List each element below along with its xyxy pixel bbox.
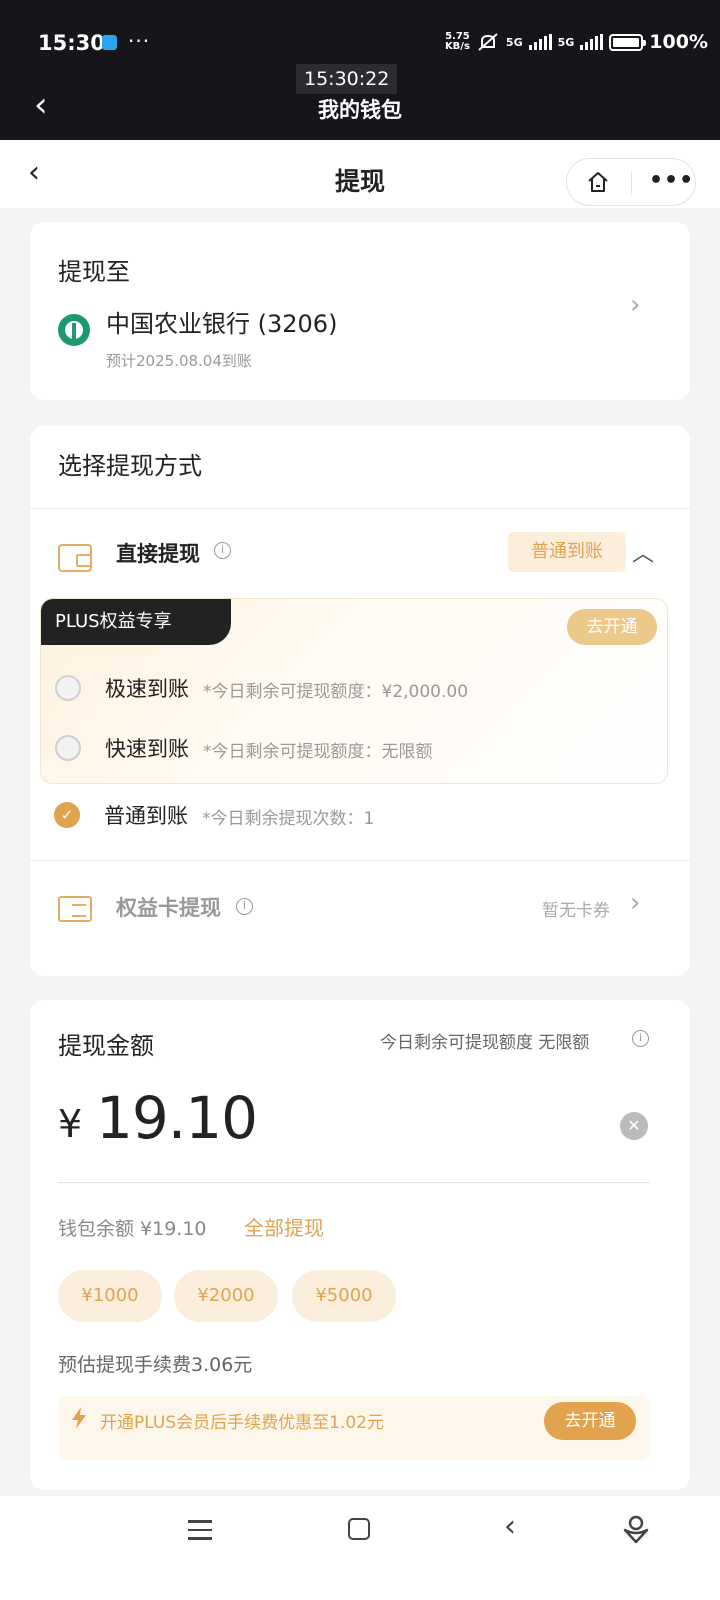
- mini-program-capsule: •••: [566, 158, 696, 206]
- amount-underline: [58, 1182, 650, 1183]
- signal-type-2: 5G: [557, 35, 575, 49]
- promo-open-button[interactable]: 去开通: [544, 1402, 636, 1440]
- arrival-eta: 预计2025.08.04到账: [106, 352, 252, 370]
- direct-mode-badge[interactable]: 普通到账: [508, 532, 626, 572]
- quick-amount-button[interactable]: ¥1000: [58, 1270, 162, 1322]
- amount-limit-hint: 今日剩余可提现额度 无限额: [380, 1033, 590, 1053]
- fee-estimate: 预估提现手续费3.06元: [58, 1354, 253, 1376]
- bank-name: 中国农业银行 (3206): [106, 310, 338, 338]
- wallet-title: 我的钱包: [318, 98, 402, 122]
- system-nav-bar: ‹: [0, 1496, 720, 1600]
- radio-fast[interactable]: [55, 735, 81, 761]
- menu-icon[interactable]: [188, 1520, 212, 1540]
- ticket-icon: [58, 896, 92, 922]
- direct-withdraw-title[interactable]: 直接提现: [116, 538, 200, 568]
- quick-amount-button[interactable]: ¥5000: [292, 1270, 396, 1322]
- info-icon[interactable]: i: [214, 542, 231, 559]
- option-normal-note: *今日剩余提现次数：1: [202, 809, 375, 829]
- more-icon[interactable]: •••: [649, 168, 694, 193]
- plus-open-button[interactable]: 去开通: [567, 609, 657, 645]
- amount-card: 提现金额 今日剩余可提现额度 无限额 i ¥ 19.10 ✕ 钱包余额 ¥19.…: [30, 1000, 690, 1490]
- chevron-right-icon[interactable]: ›: [630, 888, 640, 918]
- quick-amount-button[interactable]: ¥2000: [174, 1270, 278, 1322]
- time-overlay: 15:30:22: [296, 64, 398, 94]
- radio-normal-checked-icon[interactable]: ✓: [54, 802, 80, 828]
- coupon-status: 暂无卡券: [542, 901, 610, 921]
- plus-promo-banner: 开通PLUS会员后手续费优惠至1.02元 去开通: [58, 1396, 650, 1460]
- currency-symbol: ¥: [58, 1102, 83, 1146]
- status-time: 15:30: [38, 31, 105, 55]
- option-fast-title[interactable]: 快速到账: [105, 733, 189, 763]
- destination-card[interactable]: 提现至 中国农业银行 (3206) 预计2025.08.04到账 ›: [30, 222, 690, 400]
- network-speed: 5.75 KB/s: [444, 31, 470, 52]
- signal-bars-1-icon: [528, 34, 552, 50]
- amount-label: 提现金额: [58, 1032, 154, 1060]
- lightning-icon: [72, 1407, 86, 1429]
- system-back-icon[interactable]: ‹: [504, 1512, 516, 1542]
- wallet-balance: 钱包余额 ¥19.10: [58, 1218, 207, 1240]
- option-normal-title[interactable]: 普通到账: [104, 800, 188, 830]
- plus-benefit-box: PLUS权益专享 去开通 极速到账 *今日剩余可提现额度：¥2,000.00 快…: [40, 598, 668, 784]
- method-card: 选择提现方式 直接提现 i 普通到账 ︿ PLUS权益专享 去开通 极速到账 *…: [30, 426, 690, 976]
- divider: [30, 508, 690, 509]
- app-notification-icon: [102, 35, 117, 50]
- info-icon[interactable]: i: [632, 1030, 649, 1047]
- method-section-title: 选择提现方式: [58, 452, 202, 480]
- card-withdraw-title[interactable]: 权益卡提现: [116, 892, 221, 922]
- capsule-divider: [631, 171, 632, 195]
- page-navbar: ‹ 提现 •••: [0, 140, 720, 208]
- signal-type-1: 5G: [505, 35, 523, 49]
- amount-input[interactable]: 19.10: [96, 1084, 258, 1152]
- home-icon[interactable]: [585, 169, 611, 195]
- battery-icon: [609, 33, 647, 51]
- option-express-title[interactable]: 极速到账: [105, 673, 189, 703]
- mute-bell-icon: [478, 33, 498, 51]
- plus-tag: PLUS权益专享: [41, 599, 231, 645]
- option-express-note: *今日剩余可提现额度：¥2,000.00: [203, 682, 469, 702]
- chevron-up-icon[interactable]: ︿: [632, 536, 654, 568]
- battery-percent: 100%: [649, 31, 708, 53]
- wallet-icon: [58, 544, 92, 572]
- assistant-icon[interactable]: [622, 1514, 650, 1544]
- info-icon[interactable]: i: [236, 898, 253, 915]
- signal-bars-2-icon: [580, 34, 604, 50]
- home-square-icon[interactable]: [348, 1518, 370, 1540]
- chevron-right-icon[interactable]: ›: [630, 290, 640, 320]
- divider: [30, 860, 690, 861]
- abc-bank-logo-icon: [58, 314, 90, 346]
- clear-icon[interactable]: ✕: [620, 1112, 648, 1140]
- status-icons: 5.75 KB/s 5G 5G 100%: [445, 31, 708, 53]
- promo-text: 开通PLUS会员后手续费优惠至1.02元: [100, 1413, 384, 1433]
- more-notifications-icon: ···: [128, 29, 151, 53]
- destination-label: 提现至: [58, 258, 130, 286]
- withdraw-all-link[interactable]: 全部提现: [244, 1212, 324, 1241]
- radio-express[interactable]: [55, 675, 81, 701]
- option-fast-note: *今日剩余可提现额度：无限额: [203, 742, 433, 762]
